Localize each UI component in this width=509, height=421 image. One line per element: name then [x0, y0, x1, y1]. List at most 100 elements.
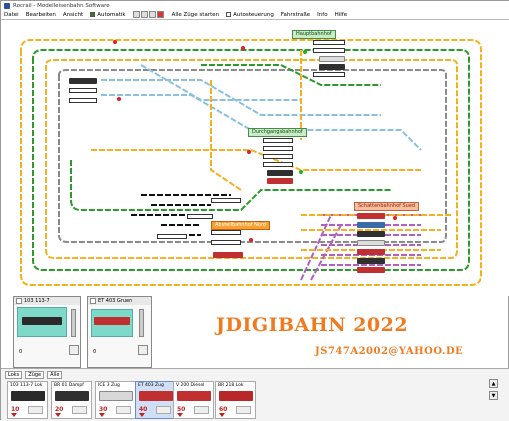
- train-top-1[interactable]: [319, 56, 345, 62]
- direction-arrow-icon: [139, 413, 145, 417]
- menu-item-datei[interactable]: Datei: [4, 12, 19, 18]
- menu-bar: Datei Bearbeiten Ansicht Automatik Alle …: [1, 10, 509, 19]
- go-button[interactable]: [148, 11, 156, 18]
- station-label-middle[interactable]: Durchgangsbahnhof: [248, 128, 307, 137]
- direction-arrow-icon: [99, 413, 105, 417]
- signal-red[interactable]: [117, 97, 121, 101]
- block-orange-1[interactable]: [211, 230, 241, 235]
- block-siding-3[interactable]: [157, 234, 187, 239]
- signal-green[interactable]: [299, 170, 303, 174]
- power-button[interactable]: [132, 11, 140, 18]
- track-top-green: [201, 64, 381, 86]
- signal-red[interactable]: [241, 46, 245, 50]
- block-left-1[interactable]: [69, 88, 97, 93]
- speed-slider[interactable]: [139, 309, 144, 337]
- automatik-toggle[interactable]: Automatik: [90, 11, 126, 18]
- train-pink-1[interactable]: [357, 213, 385, 219]
- block-top-3[interactable]: [313, 72, 345, 77]
- loco-slot-speed: [194, 406, 209, 414]
- scroll-down-button[interactable]: ▼: [489, 391, 498, 400]
- emergency-stop-button[interactable]: [156, 11, 164, 18]
- block-mid-3[interactable]: [263, 154, 293, 159]
- loco-slot[interactable]: 103 113-7 Lok 10: [7, 381, 48, 419]
- block-siding-1[interactable]: [211, 198, 241, 203]
- signal-red[interactable]: [393, 216, 397, 220]
- track-middle-orange: [91, 149, 421, 171]
- loco-slot-number: 30: [99, 406, 108, 413]
- train-left-1[interactable]: [69, 78, 97, 84]
- loco-control-panel-left: 103 113-7 0: [13, 296, 81, 368]
- loco-slot-number: 20: [55, 406, 64, 413]
- loco-slot-number: 40: [139, 406, 148, 413]
- signal-red[interactable]: [247, 150, 251, 154]
- tab-trains[interactable]: Züge: [25, 371, 45, 379]
- menu-item-info[interactable]: Info: [317, 12, 327, 18]
- loco-slot[interactable]: BR 218 Lok 60: [215, 381, 256, 419]
- scroll-up-button[interactable]: ▲: [489, 379, 498, 388]
- direction-button[interactable]: [138, 345, 148, 355]
- train-orange-1[interactable]: [213, 252, 243, 258]
- block-top-1[interactable]: [313, 40, 345, 45]
- signal-green[interactable]: [303, 50, 307, 54]
- panel-menu-icon[interactable]: [90, 298, 96, 304]
- station-label-pink[interactable]: Schattenbahnhof Sued: [354, 202, 420, 211]
- track-plan: [20, 39, 482, 286]
- menu-item-start-all[interactable]: Alle Züge starten: [172, 12, 220, 18]
- direction-arrow-icon: [55, 413, 61, 417]
- panel-header: ET 403 Gruen: [88, 297, 151, 305]
- loco-picture: [94, 317, 130, 325]
- menu-item-ansicht[interactable]: Ansicht: [63, 12, 83, 18]
- panel-menu-icon[interactable]: [16, 298, 22, 304]
- train-top-2[interactable]: [319, 64, 345, 70]
- loco-thumbnail: [99, 391, 133, 401]
- title-bar: Rocrail - Modelleisenbahn Software: [1, 1, 509, 10]
- tab-all[interactable]: Alle: [47, 371, 63, 379]
- menu-item-help[interactable]: Hilfe: [335, 12, 348, 18]
- speed-slider[interactable]: [71, 309, 76, 337]
- signal-red[interactable]: [113, 40, 117, 44]
- block-mid-1[interactable]: [263, 138, 293, 143]
- loco-slot-name: BR 218 Lok: [218, 383, 244, 388]
- station-label-top[interactable]: Hauptbahnhof: [292, 30, 336, 39]
- loco-slot-selected[interactable]: ET 403 Zug 40: [135, 381, 176, 419]
- block-orange-2[interactable]: [211, 240, 241, 245]
- panel-title: ET 403 Gruen: [98, 298, 133, 304]
- loco-slot[interactable]: V 200 Diesel 50: [173, 381, 214, 419]
- signal-red[interactable]: [249, 238, 253, 242]
- loco-control-panel-mid: ET 403 Gruen 0: [87, 296, 152, 368]
- train-pink-5[interactable]: [357, 249, 385, 255]
- loco-slot[interactable]: BR 01 Dampf 20: [51, 381, 92, 419]
- checkbox-icon: [226, 11, 232, 17]
- train-pink-7[interactable]: [357, 267, 385, 273]
- block-siding-2[interactable]: [187, 214, 213, 219]
- loco-slot-name: V 200 Diesel: [176, 383, 205, 388]
- menu-item-route[interactable]: Fahrstraße: [281, 12, 310, 18]
- train-pink-6[interactable]: [357, 258, 385, 264]
- loco-slot-speed: [72, 406, 87, 414]
- tab-locos[interactable]: Loks: [5, 371, 23, 379]
- train-pink-4[interactable]: [357, 240, 385, 246]
- direction-arrow-icon: [177, 413, 183, 417]
- autostop-toggle[interactable]: Autosteuerung: [226, 11, 274, 18]
- loco-slot-speed: [236, 406, 251, 414]
- track-vertical-orange: [210, 80, 242, 191]
- loco-thumbnail: [11, 391, 45, 401]
- block-mid-4[interactable]: [263, 162, 293, 167]
- train-mid-2[interactable]: [267, 178, 293, 184]
- train-mid-1[interactable]: [267, 170, 293, 176]
- menu-item-bearbeiten[interactable]: Bearbeiten: [26, 12, 56, 18]
- block-mid-2[interactable]: [263, 146, 293, 151]
- stop-button[interactable]: [140, 11, 148, 18]
- watermark-email: JS747A2002@YAHOO.DE: [315, 346, 464, 357]
- train-pink-3[interactable]: [357, 231, 385, 237]
- loco-thumbnail: [139, 391, 173, 401]
- block-top-2[interactable]: [313, 48, 345, 53]
- station-label-orange[interactable]: Abstellbahnhof Nord: [211, 221, 271, 230]
- direction-arrow-icon: [219, 413, 225, 417]
- loco-slot[interactable]: ICE 3 Zug 30: [95, 381, 136, 419]
- block-left-2[interactable]: [69, 98, 97, 103]
- speed-value: 0: [93, 349, 97, 355]
- train-pink-2[interactable]: [357, 222, 385, 228]
- track-layout-canvas[interactable]: Hauptbahnhof Durchgangsbahnhof Abstellba…: [1, 19, 509, 296]
- direction-button[interactable]: [69, 345, 79, 355]
